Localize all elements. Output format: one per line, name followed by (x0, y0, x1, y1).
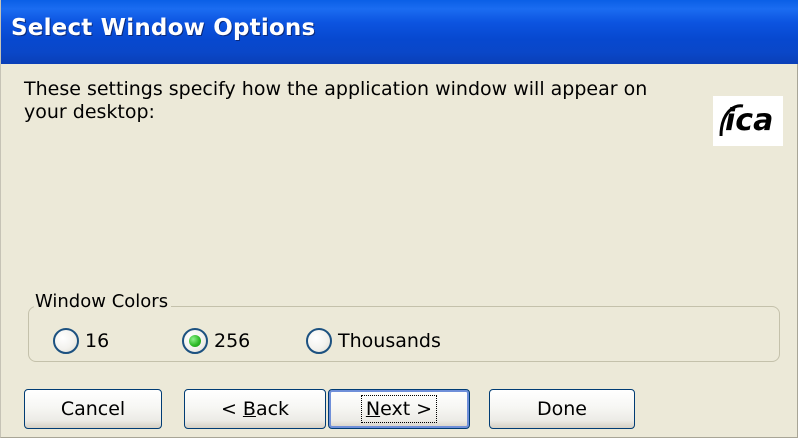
radio-thousands-circle[interactable] (306, 328, 332, 354)
radio-16-colors[interactable]: 16 (53, 327, 109, 355)
radio-selected-dot (189, 335, 201, 347)
window-colors-label: Window Colors (34, 291, 172, 313)
radio-256-circle[interactable] (182, 328, 208, 354)
next-mnemonic: N (365, 398, 381, 420)
cancel-button[interactable]: Cancel (24, 389, 162, 429)
radio-thousands-colors[interactable]: Thousands (306, 327, 441, 355)
cancel-button-label: Cancel (60, 398, 126, 420)
select-window-options-dialog: Select Window Options These settings spe… (0, 0, 798, 438)
radio-16-circle[interactable] (53, 328, 79, 354)
back-button[interactable]: < Back (184, 389, 326, 429)
done-button-label: Done (537, 398, 587, 420)
description-text: These settings specify how the applicati… (24, 78, 684, 124)
description-line-2: your desktop: (24, 101, 155, 123)
back-rest: ack (255, 398, 290, 420)
radio-256-label: 256 (214, 330, 251, 352)
done-button[interactable]: Done (489, 389, 635, 429)
back-prefix: < (220, 398, 243, 420)
radio-256-colors[interactable]: 256 (182, 327, 250, 355)
next-button-label: Next > (360, 395, 438, 423)
back-mnemonic: B (242, 398, 256, 420)
next-rest: ext > (380, 398, 433, 420)
radio-16-label: 16 (85, 330, 110, 352)
window-title: Select Window Options (11, 15, 316, 41)
next-button[interactable]: Next > (328, 389, 470, 429)
radio-thousands-label: Thousands (338, 330, 441, 352)
back-button-label: < Back (221, 398, 289, 420)
logo-text: ica (725, 103, 773, 138)
description-line-1: These settings specify how the applicati… (24, 78, 648, 100)
ica-logo-icon: ica (713, 96, 783, 146)
title-bar: Select Window Options (1, 0, 798, 64)
